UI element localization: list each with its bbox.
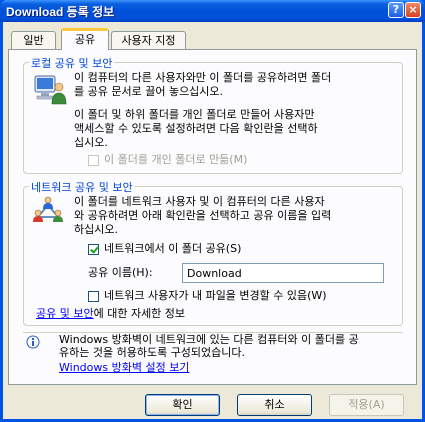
share-name-input[interactable] <box>182 263 384 283</box>
network-sharing-group: 네트워크 공유 및 보안 이 폴더를 네트워크 사용자 및 이 컴퓨터의 다른 … <box>23 179 403 326</box>
computer-users-icon <box>34 75 67 105</box>
network-desc-line-2: 와 공유하려면 아래 확인란을 선택하고 공유 이름을 입력 <box>74 209 332 222</box>
sharing-security-link[interactable]: 공유 및 보안 <box>36 307 94 320</box>
local-desc-2-line-2: 액세스할 수 있도록 설정하려면 다음 확인란을 선택하 <box>74 122 318 135</box>
tab-sharing[interactable]: 공유 <box>61 28 109 50</box>
local-desc-1-line-2: 를 공유 문서로 끌어 놓으십시오. <box>74 85 224 98</box>
tab-customize[interactable]: 사용자 지정 <box>111 31 186 49</box>
sharing-panel: 로컬 공유 및 보안 이 컴퓨터의 다른 사용자와만 이 폴더를 공유하려면 폴… <box>8 49 417 385</box>
private-folder-checkbox[interactable] <box>88 155 99 166</box>
title-bar[interactable]: Download 등록 정보 ? × <box>0 0 425 22</box>
window-title: Download 등록 정보 <box>6 5 115 19</box>
local-desc-2-line-3: 십시오. <box>74 136 108 149</box>
network-desc-line-1: 이 폴더를 네트워크 사용자 및 이 컴퓨터의 다른 사용자 <box>74 195 325 208</box>
more-info-suffix: 에 대한 자세한 정보 <box>93 307 186 320</box>
apply-button[interactable]: 적용(A) <box>329 394 404 416</box>
local-sharing-group: 로컬 공유 및 보안 이 컴퓨터의 다른 사용자와만 이 폴더를 공유하려면 폴… <box>23 55 403 174</box>
info-icon <box>26 335 40 349</box>
share-name-label: 공유 이름(H): <box>88 266 153 279</box>
local-desc-1-line-1: 이 컴퓨터의 다른 사용자와만 이 폴더를 공유하려면 폴더 <box>74 71 332 84</box>
firewall-info-line-1: Windows 방화벽이 네트워크에 있는 다른 컴퓨터와 이 폴더를 공 <box>59 333 359 346</box>
share-folder-label[interactable]: 네트워크에서 이 폴더 공유(S) <box>104 242 241 256</box>
local-sharing-title: 로컬 공유 및 보안 <box>29 55 115 71</box>
network-desc-line-3: 하십시오. <box>74 223 118 236</box>
tab-strip: 일반 공유 사용자 지정 <box>9 28 420 50</box>
tab-general[interactable]: 일반 <box>11 31 56 49</box>
allow-change-checkbox[interactable] <box>88 291 99 302</box>
ok-button[interactable]: 확인 <box>145 394 220 416</box>
network-sharing-title: 네트워크 공유 및 보안 <box>29 179 135 195</box>
help-button[interactable]: ? <box>388 2 404 18</box>
network-users-icon <box>33 196 63 222</box>
firewall-settings-link[interactable]: Windows 방화벽 설정 보기 <box>59 361 189 375</box>
close-button[interactable]: × <box>405 2 421 18</box>
allow-change-label[interactable]: 네트워크 사용자가 내 파일을 변경할 수 있음(W) <box>104 289 327 303</box>
private-folder-label[interactable]: 이 폴더를 개인 폴더로 만듦(M) <box>104 153 247 167</box>
more-info-line: 공유 및 보안에 대한 자세한 정보 <box>36 307 185 321</box>
cancel-button[interactable]: 취소 <box>237 394 312 416</box>
share-folder-checkbox[interactable] <box>88 244 99 255</box>
firewall-info-line-2: 유하는 것을 허용하도록 구성되었습니다. <box>59 346 246 359</box>
local-desc-2-line-1: 이 폴더 및 하위 폴더를 개인 폴더로 만들어 사용자만 <box>74 108 315 121</box>
